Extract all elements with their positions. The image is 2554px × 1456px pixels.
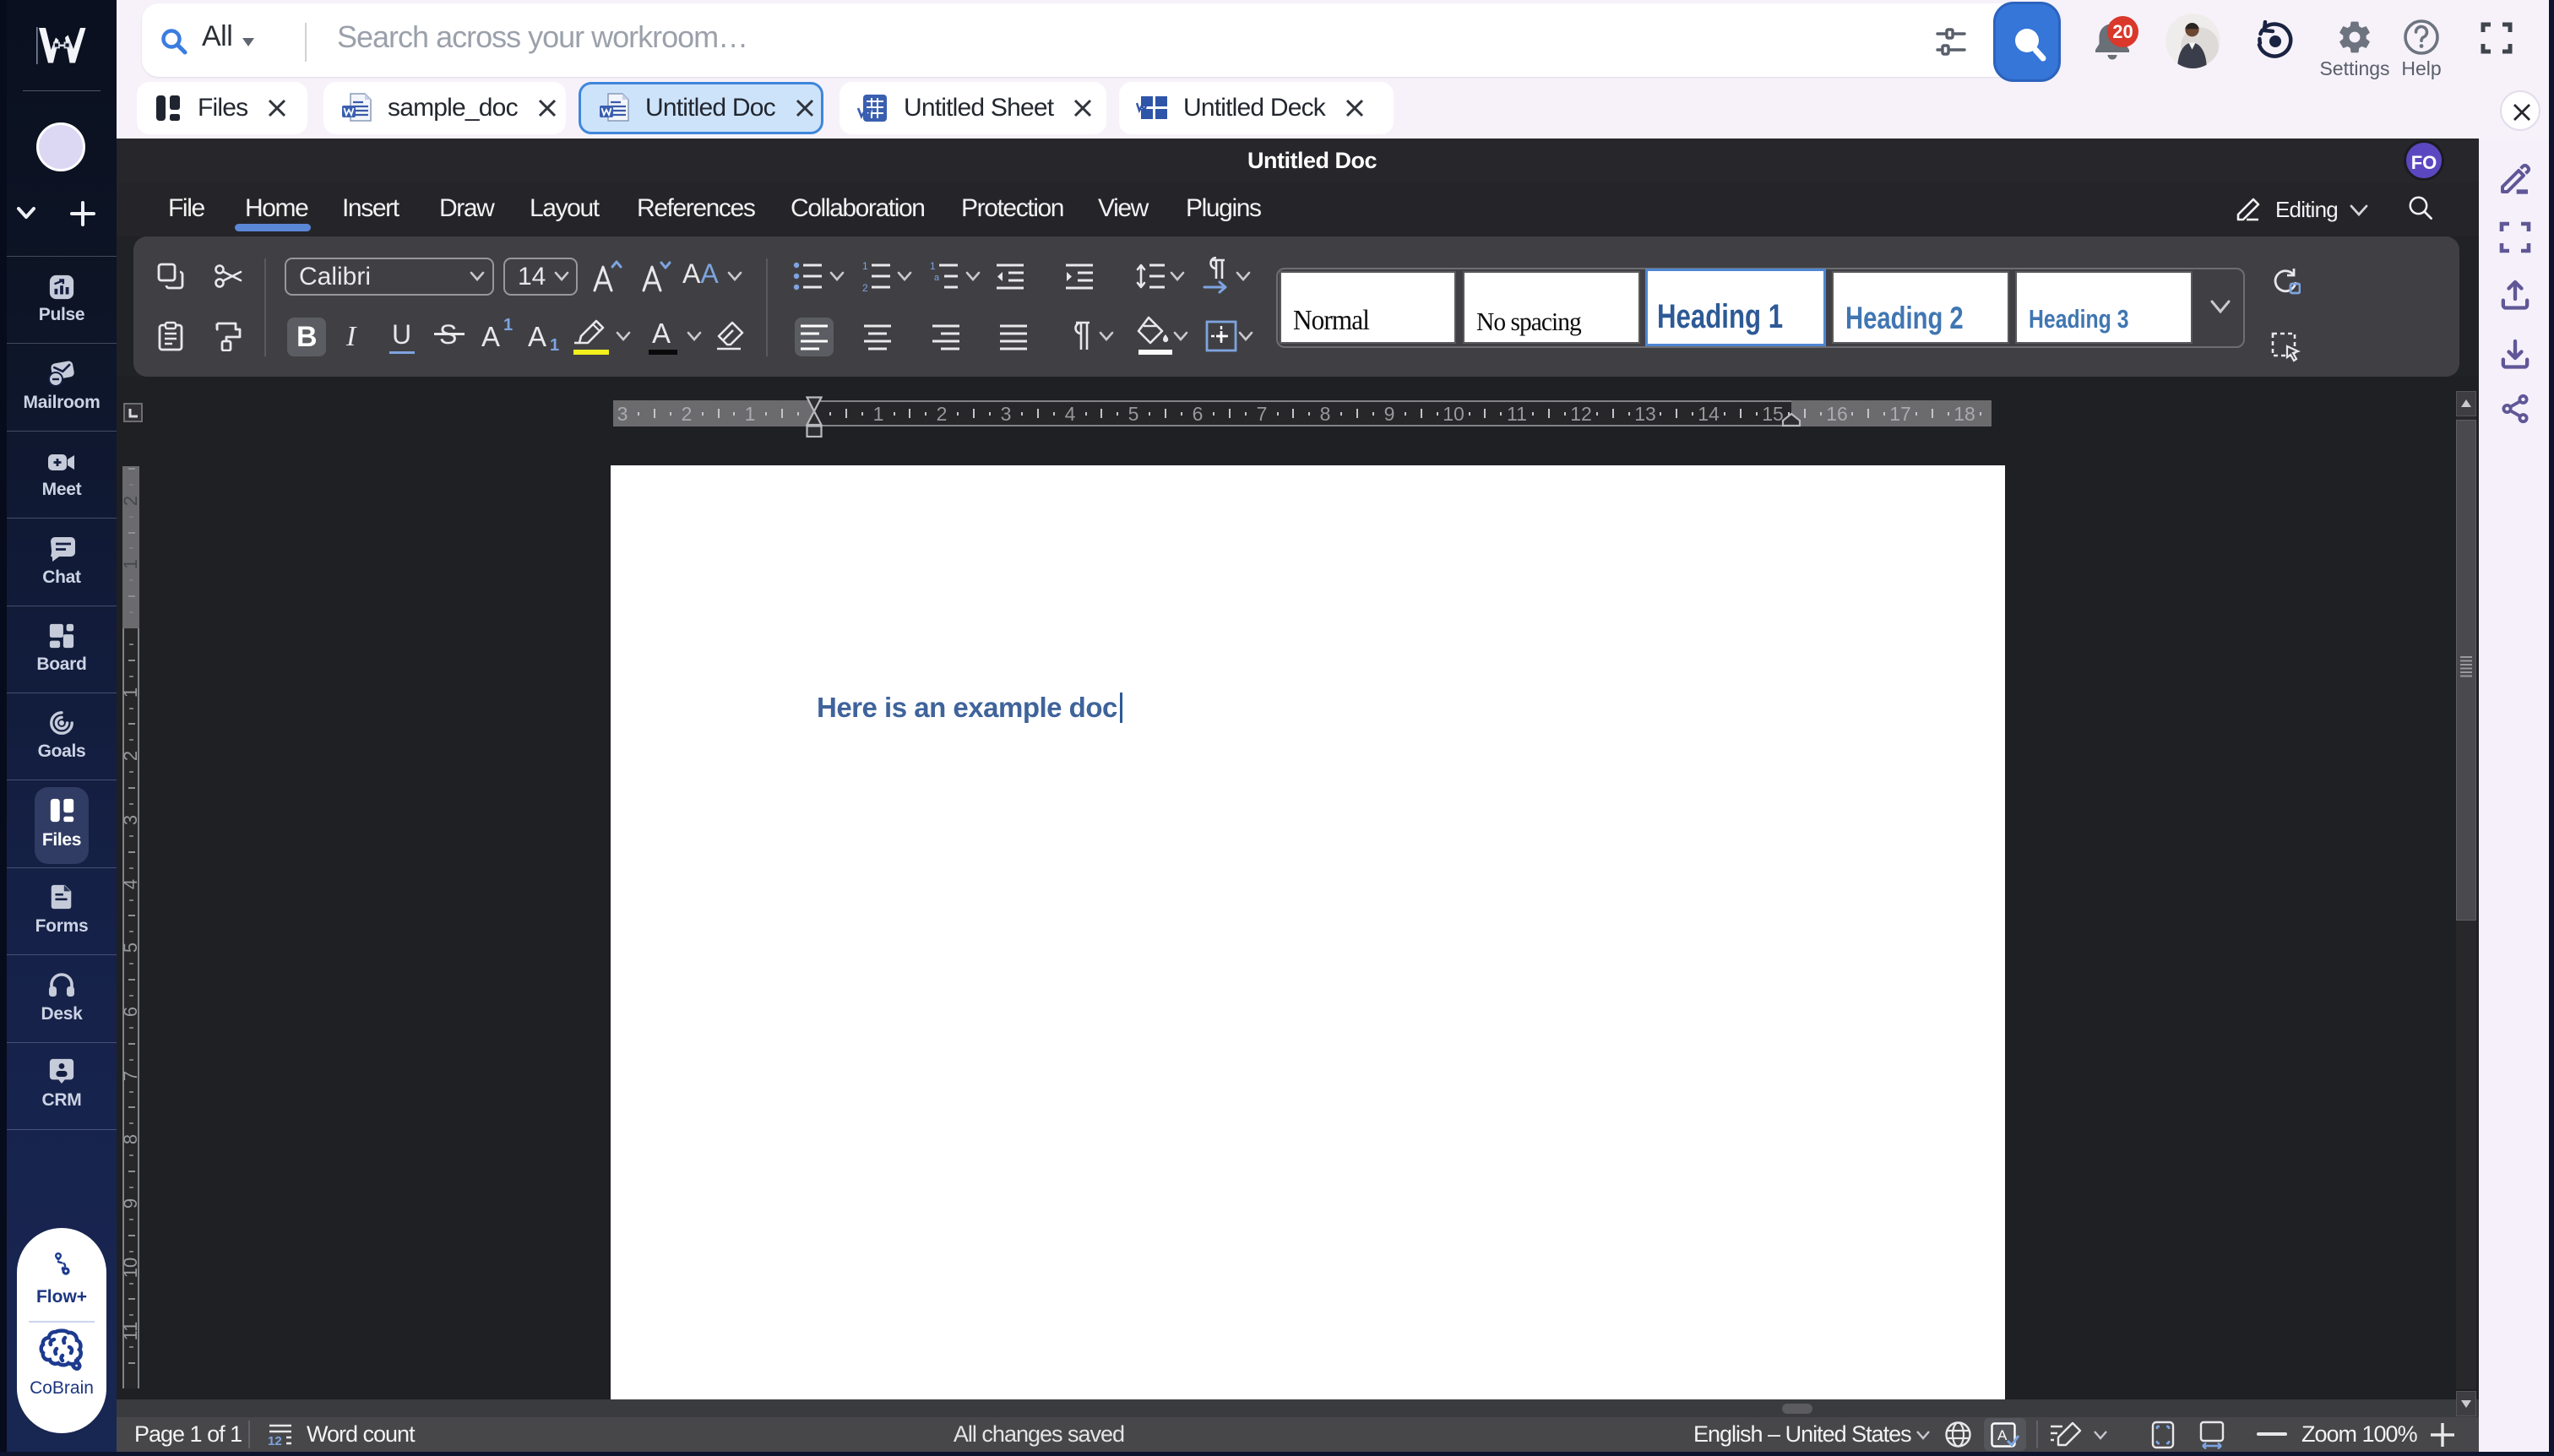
- svg-text:A: A: [1997, 1427, 2008, 1443]
- svg-text:1: 1: [862, 261, 868, 272]
- svg-text:a: a: [934, 273, 940, 283]
- svg-text:12: 12: [268, 1434, 282, 1447]
- svg-text:2: 2: [862, 282, 868, 291]
- svg-text:1: 1: [930, 261, 936, 272]
